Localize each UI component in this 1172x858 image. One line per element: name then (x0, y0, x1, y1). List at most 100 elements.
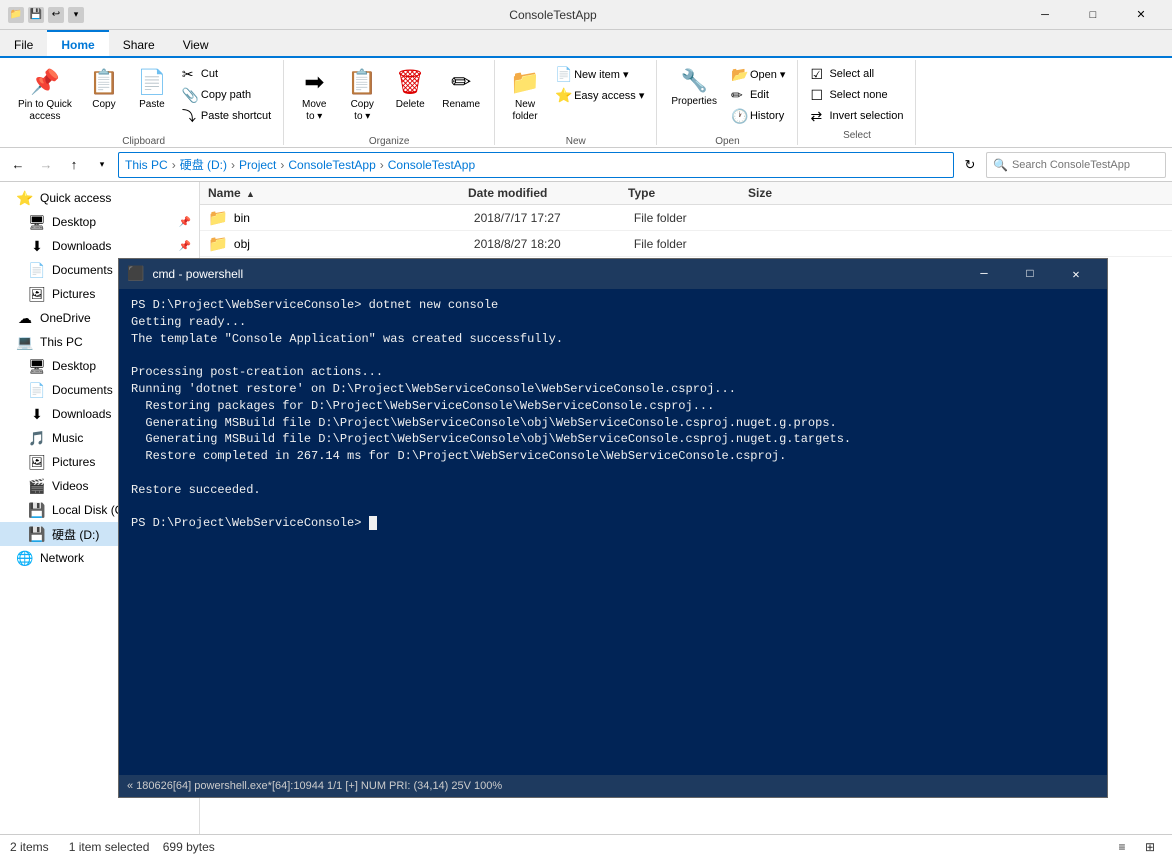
column-size[interactable]: Size (748, 186, 848, 200)
cmd-window: ⬛ cmd - powershell ─ □ ✕ PS D:\Project\W… (118, 258, 1108, 798)
invert-selection-button[interactable]: ⇄ Invert selection (806, 106, 907, 126)
window-controls: ─ □ ✕ (1022, 0, 1164, 30)
network-icon: 🌐 (16, 550, 34, 567)
item-count: 2 items (10, 840, 49, 854)
quick-access-toolbar-undo[interactable]: ↩ (48, 7, 64, 23)
delete-button[interactable]: 🗑 Delete (388, 64, 432, 134)
address-bar[interactable]: This PC › 硬盘 (D:) › Project › ConsoleTes… (118, 152, 954, 178)
pin-quick-access-button[interactable]: 📌 Pin to Quickaccess (12, 64, 78, 134)
sidebar-item-downloads[interactable]: ⬇ Downloads 📌 (0, 234, 199, 258)
cmd-line-4 (131, 347, 1095, 364)
cmd-status-text: « 180626[64] powershell.exe*[64]:10944 1… (127, 780, 502, 792)
group-organize: ➡ Moveto ▾ 📋 Copyto ▾ 🗑 Delete ✏ Rename … (284, 60, 495, 145)
crumb-consoletestapp2[interactable]: ConsoleTestApp (388, 158, 475, 172)
folder-icon-bin: 📁 (208, 208, 228, 228)
status-bar: 2 items 1 item selected 699 bytes ≡ ⊞ (0, 834, 1172, 858)
minimize-button[interactable]: ─ (1022, 0, 1068, 30)
search-icon: 🔍 (993, 158, 1008, 172)
select-none-button[interactable]: ☐ Select none (806, 85, 907, 105)
paste-button[interactable]: 📄 Paste (130, 64, 174, 134)
column-date-modified[interactable]: Date modified (468, 186, 628, 200)
new-content: 📁 Newfolder 📄 New item ▾ ⭐ Easy access ▾ (503, 64, 648, 134)
large-icons-view-button[interactable]: ⊞ (1138, 837, 1162, 857)
select-small-buttons: ☑ Select all ☐ Select none ⇄ Invert sele… (806, 64, 907, 126)
open-button[interactable]: 📂 Open ▾ (727, 64, 790, 84)
file-type-bin: File folder (634, 211, 754, 225)
select-all-button[interactable]: ☑ Select all (806, 64, 907, 84)
crumb-this-pc[interactable]: This PC (125, 158, 168, 172)
easy-access-button[interactable]: ⭐ Easy access ▾ (551, 85, 648, 105)
back-button[interactable]: ← (6, 153, 30, 177)
paste-shortcut-button[interactable]: ⤵ Paste shortcut (178, 106, 275, 126)
quick-access-toolbar-dropdown[interactable]: ▾ (68, 7, 84, 23)
quick-access-toolbar-save[interactable]: 💾 (28, 7, 44, 23)
copy-button[interactable]: 📋 Copy (82, 64, 126, 134)
search-bar: 🔍 (986, 152, 1166, 178)
move-to-button[interactable]: ➡ Moveto ▾ (292, 64, 336, 134)
rename-icon: ✏ (451, 68, 471, 97)
cmd-title: cmd - powershell (152, 267, 953, 281)
recent-locations-button[interactable]: ▾ (90, 153, 114, 177)
up-button[interactable]: ↑ (62, 153, 86, 177)
history-button[interactable]: 🕐 History (727, 106, 790, 126)
edit-label: Edit (750, 89, 769, 101)
column-name[interactable]: Name ▲ (208, 186, 468, 200)
cmd-icon: ⬛ (127, 266, 144, 283)
crumb-disk-d[interactable]: 硬盘 (D:) (180, 156, 227, 173)
new-item-button[interactable]: 📄 New item ▾ (551, 64, 648, 84)
sidebar-item-desktop[interactable]: 🖥 Desktop 📌 (0, 210, 199, 234)
paste-label: Paste (139, 99, 165, 111)
file-date-obj: 2018/8/27 18:20 (474, 237, 634, 251)
cut-button[interactable]: ✂ Cut (178, 64, 275, 84)
documents-icon: 📄 (28, 262, 46, 279)
open-label: Open ▾ (750, 68, 786, 81)
copy-path-icon: 📎 (182, 87, 198, 104)
downloads-icon: ⬇ (28, 238, 46, 255)
copy-path-button[interactable]: 📎 Copy path (178, 85, 275, 105)
tab-home[interactable]: Home (47, 30, 108, 56)
open-small-buttons: 📂 Open ▾ ✏ Edit 🕐 History (727, 64, 790, 126)
cmd-line-1: PS D:\Project\WebServiceConsole> dotnet … (131, 297, 1095, 314)
search-input[interactable] (1012, 159, 1159, 171)
copy-to-button[interactable]: 📋 Copyto ▾ (340, 64, 384, 134)
tab-view[interactable]: View (169, 30, 223, 56)
cmd-controls: ─ □ ✕ (961, 259, 1099, 289)
desktop2-icon: 🖥 (28, 358, 46, 375)
new-item-icon: 📄 (555, 66, 571, 83)
properties-icon: 🔧 (680, 68, 707, 94)
select-all-icon: ☑ (810, 66, 826, 83)
edit-button[interactable]: ✏ Edit (727, 85, 790, 105)
cmd-close-button[interactable]: ✕ (1053, 259, 1099, 289)
new-folder-button[interactable]: 📁 Newfolder (503, 64, 547, 134)
cmd-line-12: Restore succeeded. (131, 482, 1095, 499)
forward-button[interactable]: → (34, 153, 58, 177)
column-type[interactable]: Type (628, 186, 748, 200)
clipboard-small-buttons: ✂ Cut 📎 Copy path ⤵ Paste shortcut (178, 64, 275, 126)
cmd-minimize-button[interactable]: ─ (961, 259, 1007, 289)
rename-label: Rename (442, 99, 480, 111)
copy-to-label: Copyto ▾ (351, 99, 374, 123)
cmd-line-7: Restoring packages for D:\Project\WebSer… (131, 398, 1095, 415)
properties-label: Properties (671, 96, 717, 108)
file-row-bin[interactable]: 📁 bin 2018/7/17 17:27 File folder (200, 205, 1172, 231)
cmd-maximize-button[interactable]: □ (1007, 259, 1053, 289)
close-button[interactable]: ✕ (1118, 0, 1164, 30)
crumb-consoletestapp1[interactable]: ConsoleTestApp (288, 158, 375, 172)
properties-button[interactable]: 🔧 Properties (665, 64, 723, 134)
new-small-buttons: 📄 New item ▾ ⭐ Easy access ▾ (551, 64, 648, 105)
crumb-project[interactable]: Project (239, 158, 276, 172)
tab-share[interactable]: Share (109, 30, 169, 56)
file-row-obj[interactable]: 📁 obj 2018/8/27 18:20 File folder (200, 231, 1172, 257)
refresh-button[interactable]: ↻ (958, 153, 982, 177)
cmd-line-14: PS D:\Project\WebServiceConsole> (131, 515, 1095, 532)
cmd-line-5: Processing post-creation actions... (131, 364, 1095, 381)
maximize-button[interactable]: □ (1070, 0, 1116, 30)
cmd-line-2: Getting ready... (131, 314, 1095, 331)
rename-button[interactable]: ✏ Rename (436, 64, 486, 134)
sidebar-item-quick-access[interactable]: ⭐ Quick access (0, 186, 199, 210)
pictures2-icon: 🖼 (28, 454, 46, 471)
select-all-label: Select all (829, 68, 874, 80)
details-view-button[interactable]: ≡ (1110, 837, 1134, 857)
tab-file[interactable]: File (0, 30, 47, 56)
invert-selection-label: Invert selection (829, 110, 903, 122)
